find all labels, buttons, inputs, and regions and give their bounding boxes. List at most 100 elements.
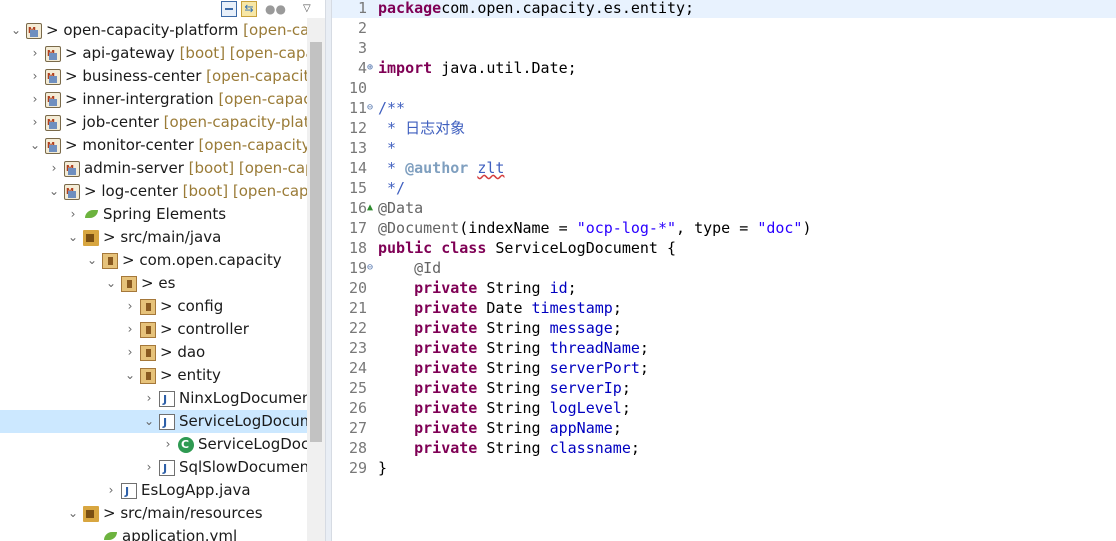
code-line[interactable]: 28 private String classname; (332, 438, 1116, 458)
tree-item[interactable]: ⌄ ServiceLogDocum (0, 410, 325, 434)
tree-item[interactable]: › > controller (0, 318, 325, 341)
code-line[interactable]: 20 private String id; (332, 278, 1116, 298)
override-marker-icon[interactable]: ▲ (367, 198, 377, 218)
tree-item[interactable]: › EsLogApp.java (0, 479, 325, 503)
code-line[interactable]: 15 */ (332, 178, 1116, 198)
collapsed-chevron-icon[interactable]: › (143, 387, 155, 410)
tree-item-dirty-prefix: > (65, 67, 83, 85)
code-line[interactable]: 18 public class ServiceLogDocument { (332, 238, 1116, 258)
tree-item-name: com.open.capacity (139, 251, 282, 269)
expanded-chevron-icon[interactable]: ⌄ (10, 19, 22, 42)
collapsed-chevron-icon[interactable]: › (124, 295, 136, 318)
code-line[interactable]: 11 ⊖/** (332, 98, 1116, 118)
code-line[interactable]: 16 ▲ @Data (332, 198, 1116, 218)
tree-item[interactable]: › Spring Elements (0, 203, 325, 226)
line-number: 25 (348, 379, 367, 397)
expanded-chevron-icon[interactable]: ⌄ (143, 410, 155, 433)
collapsed-chevron-icon[interactable]: › (48, 157, 60, 180)
tree-item[interactable]: ⌄ > entity (0, 364, 325, 387)
collapse-all-icon[interactable] (221, 1, 237, 17)
tree-item[interactable]: application.yml (0, 525, 325, 541)
tree-item[interactable]: ⌄ > src/main/resources (0, 502, 325, 525)
fold-toggle-icon[interactable]: ⊕ (367, 58, 377, 78)
expanded-chevron-icon[interactable]: ⌄ (67, 226, 79, 249)
tree-item[interactable]: ⌄ > open-capacity-platform [open-ca (0, 19, 325, 42)
collapsed-chevron-icon[interactable]: › (162, 433, 174, 456)
code-line[interactable]: 29} (332, 458, 1116, 478)
code-line[interactable]: 10 (332, 78, 1116, 98)
tree-item[interactable]: › NinxLogDocumen (0, 387, 325, 411)
expanded-chevron-icon[interactable]: ⌄ (105, 272, 117, 295)
collapsed-chevron-icon[interactable]: › (29, 42, 41, 65)
collapsed-chevron-icon[interactable]: › (29, 88, 41, 111)
expanded-chevron-icon[interactable]: ⌄ (67, 502, 79, 525)
tree-item[interactable]: › > config (0, 295, 325, 318)
code-line[interactable]: 3 (332, 38, 1116, 58)
code-line[interactable]: 17 @Document(indexName = "ocp-log-*", typ… (332, 218, 1116, 238)
code-line[interactable]: 4 ⊕ import java.util.Date; (332, 58, 1116, 78)
expanded-chevron-icon[interactable]: ⌄ (124, 364, 136, 387)
tree-item[interactable]: › SqlSlowDocumen (0, 456, 325, 480)
code-line[interactable]: 12 * 日志对象 (332, 118, 1116, 138)
link-with-editor-icon[interactable]: ⇆ (241, 1, 257, 17)
tree-item[interactable]: ⌄ > com.open.capacity (0, 249, 325, 272)
code-token: private (414, 419, 478, 437)
tree-item[interactable]: › ServiceLogDoc (0, 433, 325, 456)
collapsed-chevron-icon[interactable]: › (124, 341, 136, 364)
tree-item[interactable]: ⌄ > monitor-center [open-capacity (0, 134, 325, 157)
pane-divider[interactable] (325, 0, 332, 541)
collapsed-chevron-icon[interactable]: › (67, 203, 79, 226)
code-line[interactable]: 13 * (332, 138, 1116, 158)
expanded-chevron-icon[interactable]: ⌄ (86, 249, 98, 272)
collapsed-chevron-icon[interactable]: › (143, 456, 155, 479)
code-text: private Date timestamp; (378, 298, 622, 318)
code-line[interactable]: 25 private String serverIp; (332, 378, 1116, 398)
code-token: private (414, 399, 478, 417)
code-token: import (378, 59, 433, 77)
code-line[interactable]: 2 (332, 18, 1116, 38)
tree-item[interactable]: ⌄ > es (0, 272, 325, 295)
code-token: ; (612, 299, 622, 317)
code-line[interactable]: 14 * @author zlt (332, 158, 1116, 178)
tree-item-label: SqlSlowDocumen (179, 456, 309, 479)
code-token: String (477, 339, 550, 357)
view-menu-icon[interactable]: ▽ (303, 1, 319, 17)
expanded-chevron-icon[interactable]: ⌄ (29, 134, 41, 157)
code-line[interactable]: 1 packagecom.open.capacity.es.entity; (332, 0, 1116, 18)
collapsed-chevron-icon[interactable]: › (124, 318, 136, 341)
code-line[interactable]: 21 private Date timestamp; (332, 298, 1116, 318)
tree-item[interactable]: › > dao (0, 341, 325, 364)
code-token: message (549, 319, 613, 337)
line-number: 2 (357, 19, 367, 37)
tree-item[interactable]: › > api-gateway [boot] [open-capa (0, 42, 325, 65)
tree-item[interactable]: › > business-center [open-capacity (0, 65, 325, 88)
tree-item-label: NinxLogDocumen (179, 387, 311, 410)
code-line[interactable]: 27 private String appName; (332, 418, 1116, 438)
maven-project-icon (45, 134, 61, 157)
explorer-scrollbar[interactable] (307, 18, 325, 541)
tree-item[interactable]: › > job-center [open-capacity-plat (0, 111, 325, 134)
code-line[interactable]: 19 ⊖ @Id (332, 258, 1116, 278)
tree-item-label: > es (141, 272, 175, 295)
tree-item[interactable]: ⌄ > log-center [boot] [open-cap (0, 180, 325, 203)
tree-item[interactable]: ⌄ > src/main/java (0, 226, 325, 249)
collapsed-chevron-icon[interactable]: › (29, 65, 41, 88)
focus-icon[interactable]: ●● (265, 1, 286, 17)
fold-toggle-icon[interactable]: ⊖ (367, 98, 377, 118)
scrollbar-thumb[interactable] (310, 42, 322, 442)
tree-item-name: NinxLogDocumen (179, 389, 312, 407)
code-line[interactable]: 22 private String message; (332, 318, 1116, 338)
source-folder-icon (83, 230, 99, 246)
expanded-chevron-icon[interactable]: ⌄ (48, 180, 60, 203)
tree-item[interactable]: › admin-server [boot] [open-cap (0, 157, 325, 180)
tree-item-label: > controller (160, 318, 249, 341)
collapsed-chevron-icon[interactable]: › (29, 111, 41, 134)
code-line[interactable]: 23 private String threadName; (332, 338, 1116, 358)
tree-item[interactable]: › > inner-intergration [open-capac (0, 88, 325, 111)
code-editor[interactable]: 1 packagecom.open.capacity.es.entity; 2 3 4 ⊕… (332, 0, 1116, 541)
code-line[interactable]: 26 private String logLevel; (332, 398, 1116, 418)
collapsed-chevron-icon[interactable]: › (105, 479, 117, 502)
code-line[interactable]: 24 private String serverPort; (332, 358, 1116, 378)
fold-toggle-icon[interactable]: ⊖ (367, 258, 377, 278)
